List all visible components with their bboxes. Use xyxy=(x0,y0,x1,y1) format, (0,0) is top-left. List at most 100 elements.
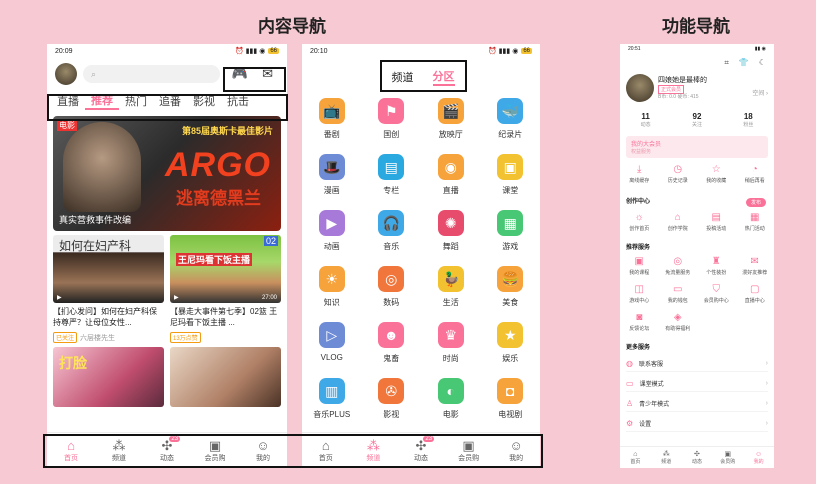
publish-button[interactable]: 发布 xyxy=(745,198,766,207)
partition-item[interactable]: ☀ 知识 xyxy=(302,266,362,316)
stat-dynamic[interactable]: 11 动态 xyxy=(620,112,671,128)
friend-recommend-button[interactable]: ✉ 漫好友推荐 xyxy=(736,256,775,276)
service-row-1: ▣ 我的课程 ◎ 免流量服务 ♜ 个性装扮 ✉ 漫好友推荐 xyxy=(620,256,774,276)
stat-fans[interactable]: 18 粉丝 xyxy=(723,112,774,128)
partition-item[interactable]: 🎧 音乐 xyxy=(362,210,422,260)
partition-item[interactable]: ◎ 数码 xyxy=(362,266,422,316)
partition-label: 生活 xyxy=(442,298,459,307)
partition-item[interactable]: 🍔 美食 xyxy=(481,266,541,316)
partition-item[interactable]: ▶ 动画 xyxy=(302,210,362,260)
partition-item[interactable]: ♛ 时尚 xyxy=(421,322,481,372)
partition-item[interactable]: 📺 番剧 xyxy=(302,98,362,148)
history-button[interactable]: ◷ 历史记录 xyxy=(659,164,698,184)
my-course-button[interactable]: ▣ 我的课程 xyxy=(620,256,659,276)
offline-cache-button[interactable]: ⤓ 离线缓存 xyxy=(620,164,659,184)
partition-label: 影视 xyxy=(383,410,400,419)
wallet-icon: ▭ xyxy=(673,284,683,295)
space-link[interactable]: 空间 › xyxy=(752,88,768,97)
partition-label: 国创 xyxy=(383,130,400,139)
dynamic-icon: ✣ xyxy=(694,451,700,458)
teen-mode-row[interactable]: ♙ 青少年模式 › xyxy=(626,396,768,412)
phone-mine: 20:51 ▮▮ ◉ ⌗ 👕 ☾ 四娘她是最棒的 正式会员 B币: 0.0 硬币: 4… xyxy=(620,44,774,468)
banner[interactable]: 电影 第85届奥斯卡最佳影片 ARGO 逃离德黑兰 真实营救事件改编 xyxy=(53,116,281,231)
feedback-forum-button[interactable]: ◙ 反馈论坛 xyxy=(620,312,659,332)
partition-item[interactable]: 🦆 生活 xyxy=(421,266,481,316)
watch-later-button[interactable]: ◔ 稍后再看 xyxy=(736,164,775,184)
partition-item[interactable]: 🎬 放映厅 xyxy=(421,98,481,148)
video-card[interactable]: 02 王尼玛看下饭主播 ▶ 27:00 【暴走大事件第七季】02篮 王尼玛看下饭… xyxy=(170,235,281,343)
video-card[interactable]: 如何在妇产科 ▶ 【扪心发问】如何在妇产科保持尊严？让母位女性... 已关注 六层… xyxy=(53,235,164,343)
status-bar: 20:09 ⏰ ▮▮▮ ◉ 66 xyxy=(55,47,279,55)
whale-icon: 🐳 xyxy=(497,98,524,124)
scan-icon[interactable]: ⌗ xyxy=(724,58,729,68)
settings-row[interactable]: ⚙ 设置 › xyxy=(626,416,768,432)
tab-mine[interactable]: ☺ 我的 xyxy=(743,447,774,468)
creator-home-button[interactable]: ☼ 创作首页 xyxy=(620,212,659,232)
hot-activity-button[interactable]: ▦ 热门活动 xyxy=(736,212,775,232)
partition-label: 电视剧 xyxy=(498,410,523,419)
skin-icon[interactable]: 👕 xyxy=(739,58,749,68)
game-center-button[interactable]: ◫ 游戏中心 xyxy=(620,284,659,304)
tab-home[interactable]: ⌂ 首页 xyxy=(620,447,651,468)
tab-channel[interactable]: ⁂ 频道 xyxy=(651,447,682,468)
stat-follow[interactable]: 92 关注 xyxy=(671,112,722,128)
night-mode-icon[interactable]: ☾ xyxy=(759,58,766,68)
partition-label: 舞蹈 xyxy=(442,242,459,251)
tvshow-icon: ◘ xyxy=(497,378,524,404)
partition-item[interactable]: 🐳 纪录片 xyxy=(481,98,541,148)
flag-icon: ⚑ xyxy=(378,98,405,124)
star-icon: ★ xyxy=(497,322,524,348)
upload-activity-button[interactable]: ▤ 投稿活动 xyxy=(697,212,736,232)
shop-center-button[interactable]: ⛉ 会员购中心 xyxy=(697,284,736,304)
partition-item[interactable]: ▦ 游戏 xyxy=(481,210,541,260)
free-traffic-button[interactable]: ◎ 免流量服务 xyxy=(659,256,698,276)
reel-icon: ✇ xyxy=(378,378,405,404)
partition-item[interactable]: ◘ 电视剧 xyxy=(481,378,541,428)
video-author: 六层楼先生 xyxy=(80,334,116,342)
partition-item[interactable]: ✇ 影视 xyxy=(362,378,422,428)
avatar[interactable] xyxy=(626,74,654,102)
search-input[interactable]: ⌕ xyxy=(83,65,220,83)
partition-item[interactable]: ✺ 舞蹈 xyxy=(421,210,481,260)
tab-dynamic[interactable]: ✣ 动态 xyxy=(682,447,713,468)
tab-shop[interactable]: ▣ 会员购 xyxy=(712,447,743,468)
shop-icon: ⛉ xyxy=(712,284,721,295)
partition-item[interactable]: ⚑ 国创 xyxy=(362,98,422,148)
partition-item[interactable]: ▷ VLOG xyxy=(302,322,362,372)
partition-item[interactable]: ◐ 电影 xyxy=(421,378,481,428)
partition-label: 数码 xyxy=(383,298,400,307)
film-icon: ▥ xyxy=(318,378,345,404)
video-card[interactable]: 打脸 xyxy=(53,347,164,407)
partition-item[interactable]: ▤ 专栏 xyxy=(362,154,422,204)
vip-banner[interactable]: 我的大会员 权益服务 xyxy=(626,136,768,158)
partition-item[interactable]: ◉ 直播 xyxy=(421,154,481,204)
welfare-icon: ◈ xyxy=(673,312,682,323)
wallet-button[interactable]: ▭ 我的钱包 xyxy=(659,284,698,304)
dress-up-button[interactable]: ♜ 个性装扮 xyxy=(697,256,736,276)
partition-label: 放映厅 xyxy=(438,130,463,139)
video-card[interactable] xyxy=(170,347,281,407)
favorites-button[interactable]: ☆ 我的收藏 xyxy=(697,164,736,184)
partition-item[interactable]: ★ 娱乐 xyxy=(481,322,541,372)
banner-title: ARGO xyxy=(165,146,271,184)
user-stats: 11 动态 92 关注 18 粉丝 xyxy=(620,112,774,128)
partition-item[interactable]: 🎩 漫画 xyxy=(302,154,362,204)
service-row-2: ◫ 游戏中心 ▭ 我的钱包 ⛉ 会员购中心 ▢ 直播中心 xyxy=(620,284,774,304)
highlight-content-tabs xyxy=(47,94,288,121)
traffic-icon: ◎ xyxy=(673,256,683,267)
contact-service-row[interactable]: ◍ 联系客服 › xyxy=(626,356,768,372)
partition-label: VLOG xyxy=(320,353,343,362)
partition-item[interactable]: ☻ 鬼畜 xyxy=(362,322,422,372)
classroom-mode-row[interactable]: ▭ 课堂模式 › xyxy=(626,376,768,392)
live-center-button[interactable]: ▢ 直播中心 xyxy=(736,284,775,304)
welfare-button[interactable]: ◈ 有助得福利 xyxy=(659,312,698,332)
like-count-tag: 13万点赞 xyxy=(170,332,201,343)
duck-icon: 🦆 xyxy=(437,266,464,292)
video-title: 【暴走大事件第七季】02篮 王尼玛看下饭主播 ... xyxy=(170,307,278,327)
partition-item[interactable]: ▥ 音乐PLUS xyxy=(302,378,362,428)
creator-academy-button[interactable]: ⌂ 创作学院 xyxy=(659,212,698,232)
avatar[interactable] xyxy=(55,63,77,85)
ghost-icon: ☻ xyxy=(378,322,405,348)
partition-item[interactable]: ▣ 课堂 xyxy=(481,154,541,204)
video-duration: 27:00 xyxy=(261,295,277,301)
